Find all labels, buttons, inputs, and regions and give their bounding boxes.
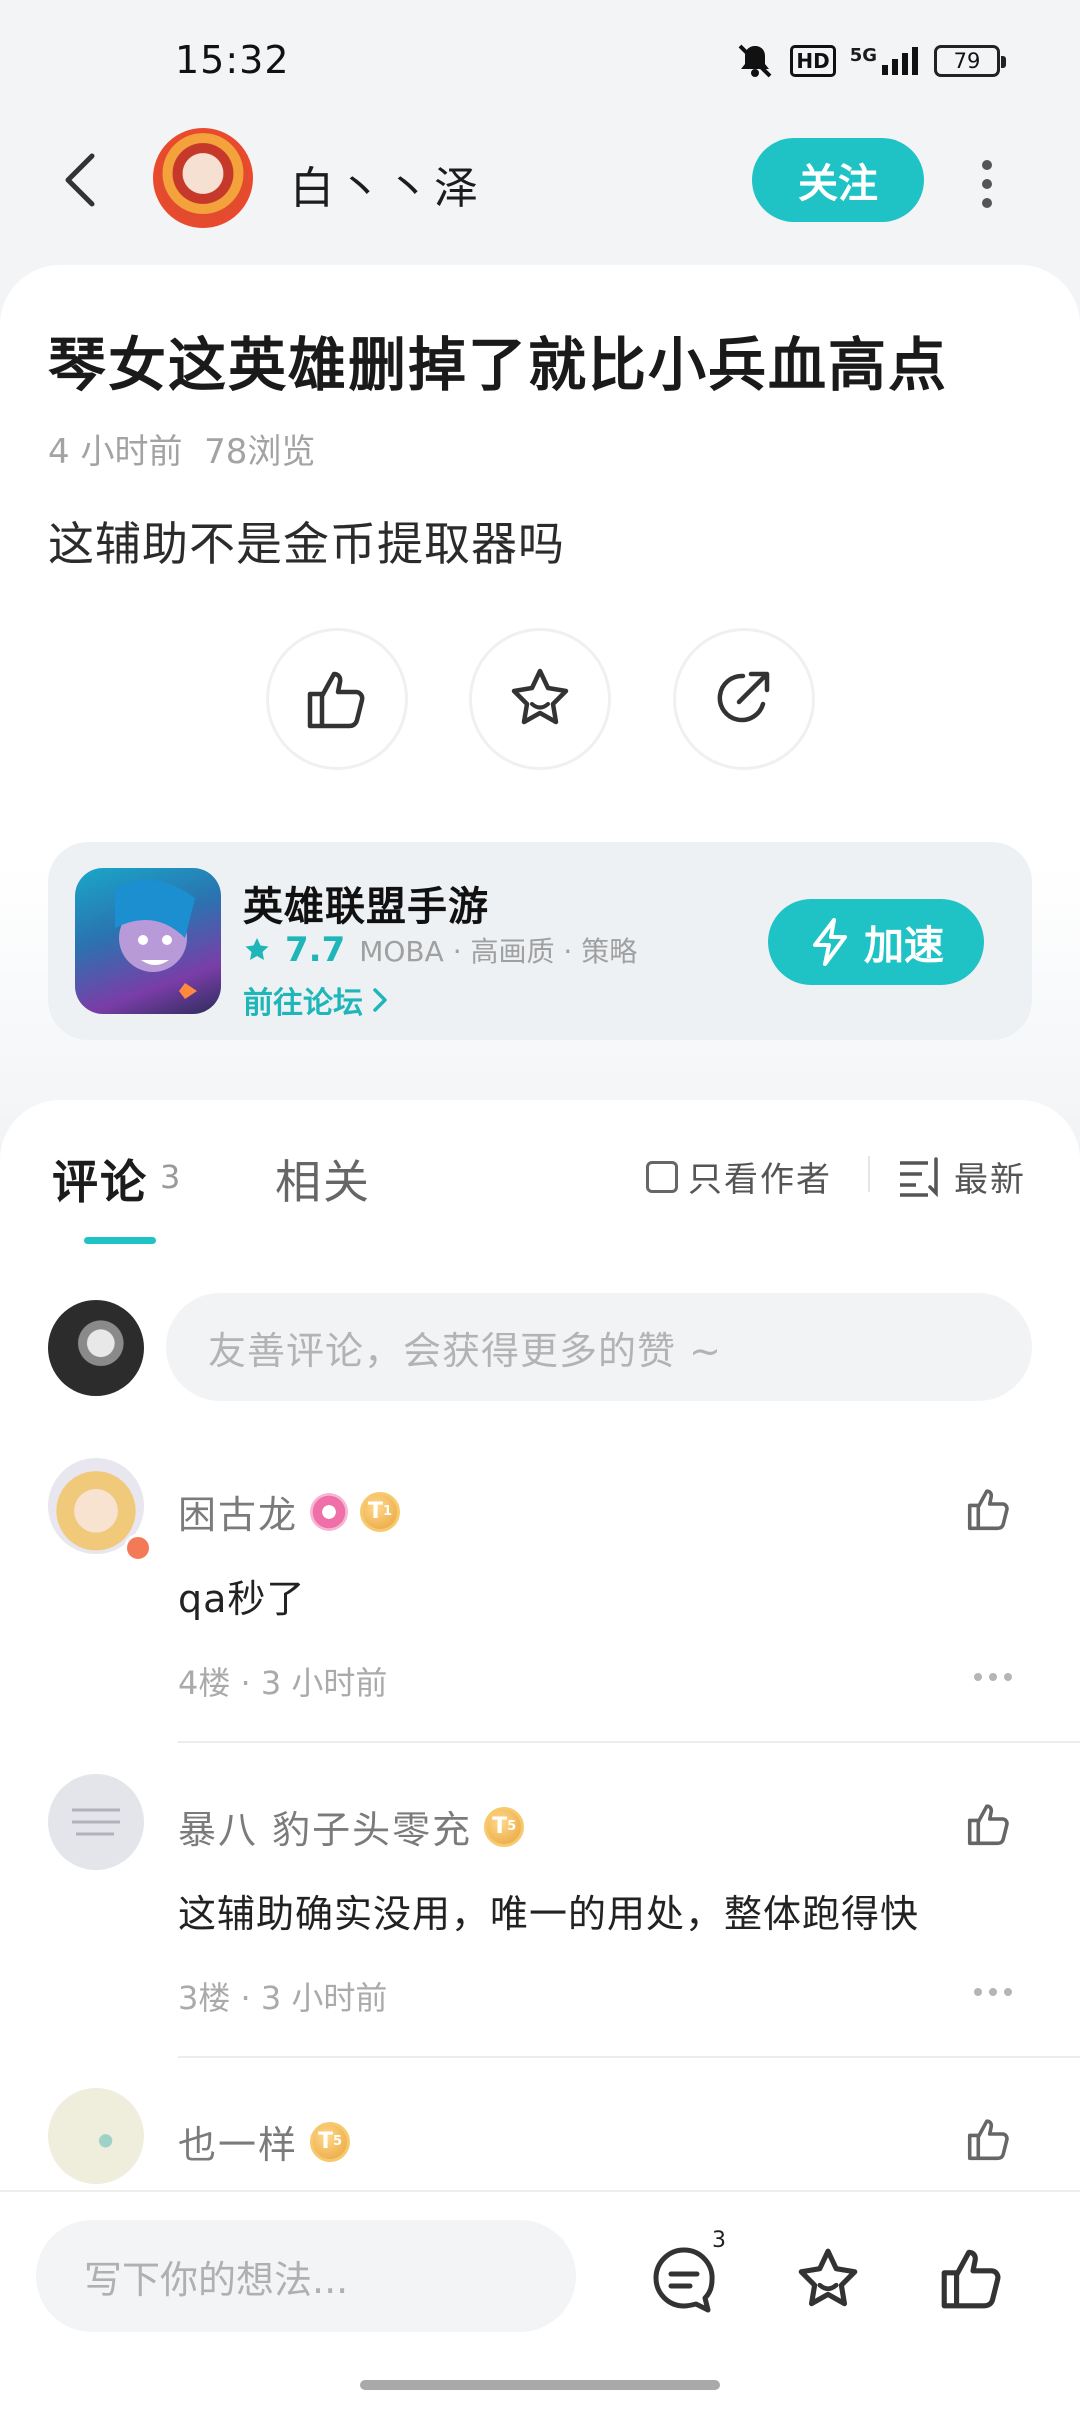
tab-related[interactable]: 相关: [275, 1146, 371, 1212]
comments-panel: [0, 1100, 1080, 2190]
comment-separator: [178, 1741, 1080, 1743]
forum-link[interactable]: 前往论坛: [243, 978, 389, 1022]
game-name[interactable]: 英雄联盟手游: [243, 874, 489, 932]
comment-input[interactable]: 友善评论，会获得更多的赞 ~: [166, 1293, 1032, 1401]
post-meta: 4 小时前 78浏览: [48, 424, 315, 473]
post-views: 78浏览: [204, 432, 316, 472]
tab-active-indicator: [84, 1237, 156, 1244]
commenter-avatar[interactable]: [48, 2088, 144, 2184]
comments-count-badge: 3: [712, 2228, 726, 2253]
star-icon: [511, 668, 569, 725]
hd-indicator: HD: [790, 45, 836, 77]
game-tags: MOBA · 高画质 · 策略: [359, 935, 638, 968]
level-badge: T5: [310, 2121, 351, 2162]
thumbs-up-icon: [967, 1804, 1009, 1846]
comment-header: 困古龙 T1: [178, 1484, 401, 1539]
favorite-post-button[interactable]: [469, 628, 611, 770]
share-icon: [717, 671, 770, 723]
commenter-name[interactable]: 暴八 豹子头零充: [178, 1799, 472, 1854]
comment-meta: 3楼 · 3 小时前: [178, 1979, 388, 2017]
thumbs-up-icon: [967, 1489, 1009, 1531]
thumbs-up-icon: [307, 671, 365, 729]
comment-meta: 4楼 · 3 小时前: [178, 1664, 388, 1702]
comment-separator: [178, 2056, 1080, 2058]
back-button[interactable]: [60, 150, 100, 210]
post-time: 4 小时前: [48, 432, 183, 472]
battery-indicator: 79: [934, 45, 1006, 77]
level-badge: T1: [360, 1491, 401, 1532]
signal-icon: 5G: [850, 45, 920, 77]
comment-text: 这辅助确实没用，唯一的用处，整体跑得快: [178, 1892, 920, 1936]
my-avatar: [48, 1300, 144, 1396]
comment-more-icon[interactable]: [974, 1988, 1012, 1996]
sort-icon: [900, 1156, 938, 1197]
level-badge: T5: [484, 1806, 525, 1847]
home-indicator[interactable]: [360, 2380, 720, 2390]
star-rating-icon: [243, 936, 271, 964]
mute-icon: [734, 42, 776, 80]
comment-text: qa秒了: [178, 1577, 306, 1621]
more-options-icon[interactable]: [982, 160, 994, 208]
post-title: 琴女这英雄删掉了就比小兵血高点: [48, 331, 949, 399]
game-icon[interactable]: [75, 868, 221, 1014]
tab-comments-count: 3: [160, 1158, 181, 1196]
author-avatar[interactable]: [153, 128, 253, 228]
comments-button[interactable]: [648, 2244, 720, 2316]
lightning-icon: [813, 918, 847, 966]
commenter-name[interactable]: 也一样: [178, 2114, 298, 2169]
favorite-button[interactable]: [792, 2244, 864, 2316]
status-time: 15:32: [175, 38, 290, 82]
chevron-left-icon: [65, 153, 95, 207]
star-icon: [798, 2248, 858, 2307]
status-icons: HD 5G 79: [734, 42, 1006, 80]
like-button[interactable]: [936, 2242, 1008, 2314]
speed-up-button[interactable]: 加速: [768, 899, 984, 985]
filter-divider: [868, 1156, 870, 1192]
honor-badge-icon: [310, 1492, 349, 1531]
comment-like-button[interactable]: [964, 2114, 1014, 2164]
like-post-button[interactable]: [266, 628, 408, 770]
sort-button[interactable]: 最新: [898, 1152, 1026, 1201]
comment-like-button[interactable]: [964, 1799, 1014, 1849]
author-name[interactable]: 白丶丶泽: [290, 152, 482, 216]
share-post-button[interactable]: [673, 628, 815, 770]
sort-label: 最新: [954, 1160, 1026, 1200]
speed-up-label: 加速: [864, 923, 944, 969]
forum-link-label: 前往论坛: [243, 986, 363, 1021]
post-body: 这辅助不是金币提取器吗: [48, 517, 565, 571]
network-type: 5G: [849, 45, 877, 66]
tab-comments[interactable]: 评论: [52, 1146, 148, 1212]
chevron-right-icon: [373, 988, 387, 1012]
game-rating-row: 7.7 MOBA · 高画质 · 策略: [243, 930, 637, 970]
comment-header: 暴八 豹子头零充 T5: [178, 1799, 525, 1854]
author-only-filter[interactable]: 只看作者: [646, 1152, 832, 1201]
commenter-name[interactable]: 困古龙: [178, 1484, 298, 1539]
write-comment-input[interactable]: 写下你的想法...: [36, 2220, 576, 2332]
comment-bubble-icon: [653, 2247, 715, 2313]
author-only-checkbox[interactable]: [646, 1160, 678, 1193]
game-rating: 7.7: [285, 930, 346, 970]
thumbs-up-icon: [941, 2249, 1001, 2309]
comment-header: 也一样 T5: [178, 2114, 351, 2169]
comment-more-icon[interactable]: [974, 1673, 1012, 1681]
author-only-label: 只看作者: [688, 1160, 832, 1200]
thumbs-up-icon: [967, 2119, 1009, 2161]
commenter-avatar[interactable]: [48, 1774, 144, 1870]
comment-like-button[interactable]: [964, 1484, 1014, 1534]
user-badge-icon: [124, 1534, 152, 1562]
follow-button[interactable]: 关注: [752, 138, 924, 222]
